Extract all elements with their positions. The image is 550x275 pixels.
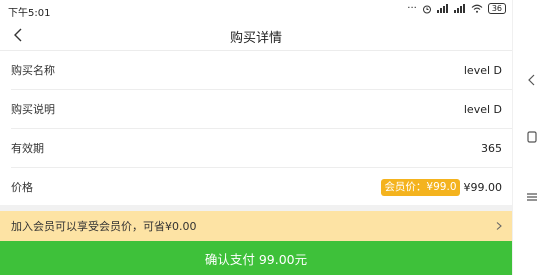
confirm-pay-button[interactable]: 确认支付 99.00元 — [0, 241, 512, 275]
membership-banner-text: 加入会员可以享受会员价，可省¥0.00 — [11, 220, 197, 233]
page-title: 购买详情 — [229, 31, 282, 46]
signal-icon — [436, 4, 448, 13]
home-square-icon[interactable] — [525, 130, 539, 144]
signal-icon — [453, 4, 465, 13]
status-time: 下午5:01 — [8, 8, 51, 19]
price-label: 价格 — [11, 181, 33, 194]
alarm-icon — [422, 5, 431, 13]
menu-icon[interactable] — [525, 190, 539, 204]
nav-header: 购买详情 — [0, 20, 512, 51]
battery-icon: 36 — [487, 3, 506, 14]
detail-row-description: 购买说明 level D — [11, 90, 512, 129]
detail-value: 365 — [481, 141, 502, 155]
dots-icon: ··· — [407, 3, 417, 14]
member-price-badge: 会员价：¥99.0 — [381, 178, 460, 196]
detail-value: level D — [463, 102, 502, 116]
detail-label: 购买名称 — [11, 64, 55, 77]
membership-banner[interactable]: 加入会员可以享受会员价，可省¥0.00 — [0, 211, 512, 241]
detail-value: level D — [463, 63, 502, 77]
price-value: ¥99.00 — [463, 180, 503, 194]
status-icons: ··· 36 — [407, 3, 506, 14]
price-values: 会员价：¥99.0 ¥99.00 — [381, 178, 503, 196]
system-nav-bar — [512, 0, 550, 275]
detail-label: 有效期 — [11, 142, 44, 155]
wifi-icon — [471, 4, 483, 13]
detail-row-price: 价格 会员价：¥99.0 ¥99.00 — [11, 168, 512, 206]
detail-label: 购买说明 — [11, 103, 55, 116]
back-triangle-icon[interactable] — [525, 73, 539, 87]
status-bar: 下午5:01 ··· 36 — [0, 0, 512, 20]
detail-row-name: 购买名称 level D — [11, 51, 512, 90]
detail-row-validity: 有效期 365 — [11, 129, 512, 168]
purchase-details-list: 购买名称 level D 购买说明 level D 有效期 365 价格 会员价… — [0, 51, 512, 206]
chevron-right-icon — [496, 222, 502, 230]
